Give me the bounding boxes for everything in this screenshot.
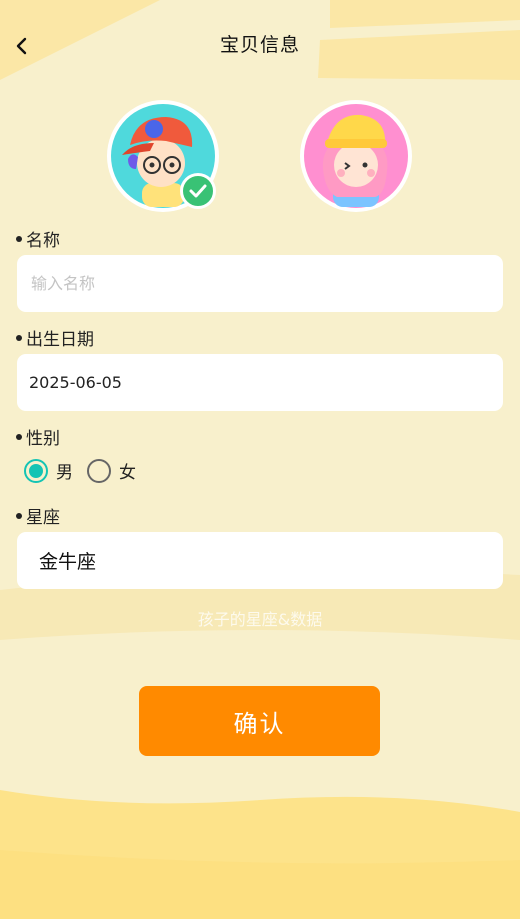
selected-check-icon <box>180 173 216 209</box>
bullet-dot <box>16 512 22 519</box>
zodiac-label-text: 星座 <box>26 508 60 528</box>
name-input[interactable] <box>29 273 503 294</box>
birth-date-value: 2025-06-05 <box>29 373 122 392</box>
zodiac-value: 金牛座 <box>39 551 97 573</box>
header: 宝贝信息 <box>0 0 520 88</box>
birth-label-text: 出生日期 <box>26 330 94 350</box>
gender-radio-group: 男 女 <box>24 458 150 483</box>
name-field[interactable] <box>17 255 503 312</box>
zodiac-field[interactable]: 金牛座 <box>17 532 503 589</box>
girl-avatar[interactable] <box>299 99 413 213</box>
bullet-dot <box>16 433 22 440</box>
gender-male-label: 男 <box>56 463 73 483</box>
gender-female-label: 女 <box>119 463 136 483</box>
watermark-text: 孩子的星座&数据 <box>197 610 323 629</box>
page-title: 宝贝信息 <box>219 34 300 56</box>
zodiac-label: 星座 <box>16 503 60 528</box>
gender-female-radio[interactable] <box>87 458 111 483</box>
gender-male-radio[interactable] <box>24 458 48 483</box>
birth-label: 出生日期 <box>16 325 94 350</box>
confirm-button[interactable]: 确认 <box>139 686 380 756</box>
bullet-dot <box>16 334 22 341</box>
name-label: 名称 <box>16 226 60 251</box>
gender-label: 性别 <box>16 424 60 449</box>
bullet-dot <box>16 235 22 242</box>
gender-label-text: 性别 <box>26 429 60 449</box>
name-label-text: 名称 <box>26 231 60 251</box>
birth-date-field[interactable]: 2025-06-05 <box>17 354 503 411</box>
